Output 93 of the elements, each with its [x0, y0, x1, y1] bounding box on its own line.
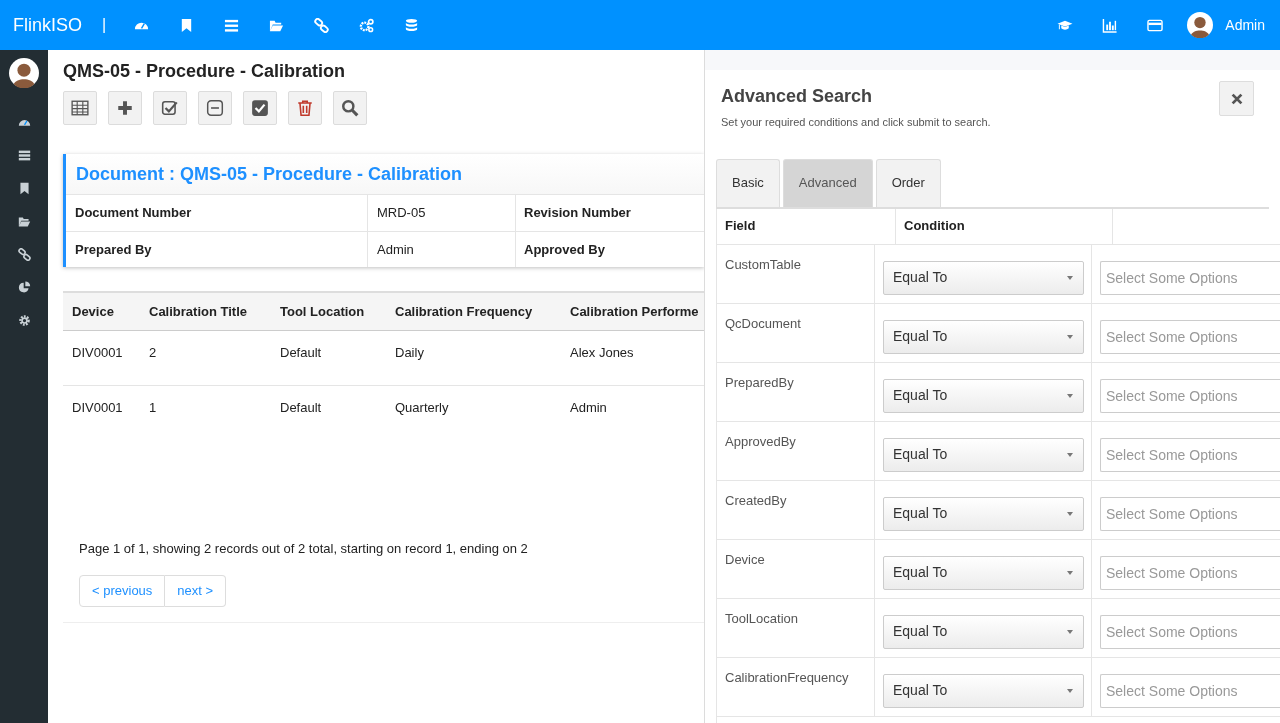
- avatar: [1187, 12, 1214, 38]
- minus-box-icon: [206, 99, 224, 117]
- caret-icon: [1066, 568, 1074, 577]
- caret-icon: [1066, 391, 1074, 400]
- delete-button[interactable]: [288, 91, 322, 125]
- field-label: Prepared By: [66, 232, 368, 267]
- folder-icon[interactable]: [17, 215, 31, 228]
- table-view-button[interactable]: [63, 91, 97, 125]
- panel-subtitle: Set your required conditions and click submit to search.: [721, 115, 991, 130]
- field-label: Approved By: [523, 240, 606, 259]
- condition-dropdown[interactable]: Equal To: [883, 437, 1084, 472]
- caret-icon: [1066, 273, 1074, 282]
- table-cell-text: 2: [148, 344, 158, 362]
- field-name: ToolLocation: [717, 598, 875, 657]
- close-button[interactable]: [1219, 81, 1254, 116]
- condition-dropdown[interactable]: Equal To: [883, 496, 1084, 531]
- field-name: ApprovedBy: [717, 421, 875, 480]
- field-name: Device: [717, 539, 875, 598]
- caret-icon: [1066, 509, 1074, 518]
- checked-box-icon: [251, 99, 269, 117]
- panel-title: Advanced Search: [721, 85, 874, 108]
- remove-button[interactable]: [198, 91, 232, 125]
- search-icon: [341, 99, 359, 117]
- options-field[interactable]: Select Some Options: [1100, 496, 1280, 531]
- options-field[interactable]: Select Some Options: [1100, 614, 1280, 649]
- options-field[interactable]: Select Some Options: [1100, 555, 1280, 590]
- column-header: Condition: [896, 208, 1113, 244]
- column-header: Calibration Title: [148, 302, 248, 321]
- condition-dropdown[interactable]: Equal To: [883, 673, 1084, 708]
- column-header: Calibration Performe: [569, 302, 700, 321]
- tab[interactable]: Advanced: [782, 158, 873, 207]
- table-cell-text: 1: [148, 399, 158, 417]
- tab[interactable]: Basic: [716, 158, 780, 207]
- avatar: [9, 58, 39, 88]
- field-label: Document Number: [66, 195, 368, 231]
- column-header: Field: [717, 208, 896, 244]
- options-field[interactable]: Select Some Options: [1100, 260, 1280, 295]
- condition-dropdown[interactable]: Equal To: [883, 319, 1084, 354]
- condition-dropdown[interactable]: Equal To: [883, 555, 1084, 590]
- pagination-summary: Page 1 of 1, showing 2 records out of 2 total, starting on record 1, ending on 2: [78, 540, 529, 558]
- add-button[interactable]: [108, 91, 142, 125]
- field-value: Admin: [368, 232, 516, 267]
- table-cell-text: Default: [279, 344, 323, 362]
- options-field[interactable]: Select Some Options: [1100, 673, 1280, 708]
- field-name: PreparedBy: [717, 362, 875, 421]
- plus-icon: [116, 99, 134, 117]
- field-label: Revision Number: [523, 204, 632, 223]
- settings-icon[interactable]: [17, 314, 31, 327]
- field-name: QcDocument: [717, 303, 875, 362]
- credit-card-icon[interactable]: [1146, 17, 1163, 33]
- trash-icon: [296, 99, 314, 117]
- link-icon[interactable]: [17, 248, 31, 261]
- field-value: MRD-05: [368, 195, 516, 231]
- field-name: CustomTable: [717, 244, 875, 303]
- options-field[interactable]: Select Some Options: [1100, 378, 1280, 413]
- server-icon[interactable]: [17, 149, 31, 162]
- table-cell-text: Admin: [569, 399, 608, 417]
- column-header: Device: [71, 302, 115, 321]
- approve-button[interactable]: [153, 91, 187, 125]
- document-title: Document : QMS-05 - Procedure - Calibration: [76, 162, 463, 186]
- checkbox-icon: [161, 99, 179, 117]
- caret-icon: [1066, 627, 1074, 636]
- pie-chart-icon[interactable]: [17, 281, 31, 294]
- field-name: CreatedBy: [717, 480, 875, 539]
- page-title: QMS-05 - Procedure - Calibration: [63, 61, 347, 81]
- condition-dropdown[interactable]: Equal To: [883, 614, 1084, 649]
- table-cell-text: Quarterly: [394, 399, 450, 417]
- options-field[interactable]: Select Some Options: [1100, 319, 1280, 354]
- table-cell-text: DIV0001: [71, 399, 124, 417]
- list-icon[interactable]: [224, 17, 240, 33]
- table-cell-text: Daily: [394, 344, 425, 362]
- tab[interactable]: Order: [875, 158, 941, 207]
- table-cell-text: Alex Jones: [569, 344, 635, 362]
- separator: |: [102, 15, 107, 35]
- caret-icon: [1066, 686, 1074, 695]
- table-cell-text: Default: [279, 399, 323, 417]
- caret-icon: [1066, 332, 1074, 341]
- condition-dropdown[interactable]: Equal To: [883, 378, 1084, 413]
- field-name: CalibrationFrequency: [717, 657, 875, 716]
- bookmark-icon[interactable]: [17, 182, 31, 195]
- search-button[interactable]: [333, 91, 367, 125]
- check-button[interactable]: [243, 91, 277, 125]
- table-icon: [71, 99, 89, 117]
- table-cell-text: DIV0001: [71, 344, 124, 362]
- condition-dropdown[interactable]: Equal To: [883, 260, 1084, 295]
- database-icon[interactable]: [404, 17, 420, 33]
- options-field[interactable]: Select Some Options: [1100, 437, 1280, 472]
- gears-icon[interactable]: [359, 17, 375, 33]
- column-header: Calibration Frequency: [394, 302, 534, 321]
- bar-chart-icon[interactable]: [1101, 17, 1118, 33]
- column-header: Tool Location: [279, 302, 366, 321]
- caret-icon: [1066, 450, 1074, 459]
- close-icon: [1229, 91, 1244, 106]
